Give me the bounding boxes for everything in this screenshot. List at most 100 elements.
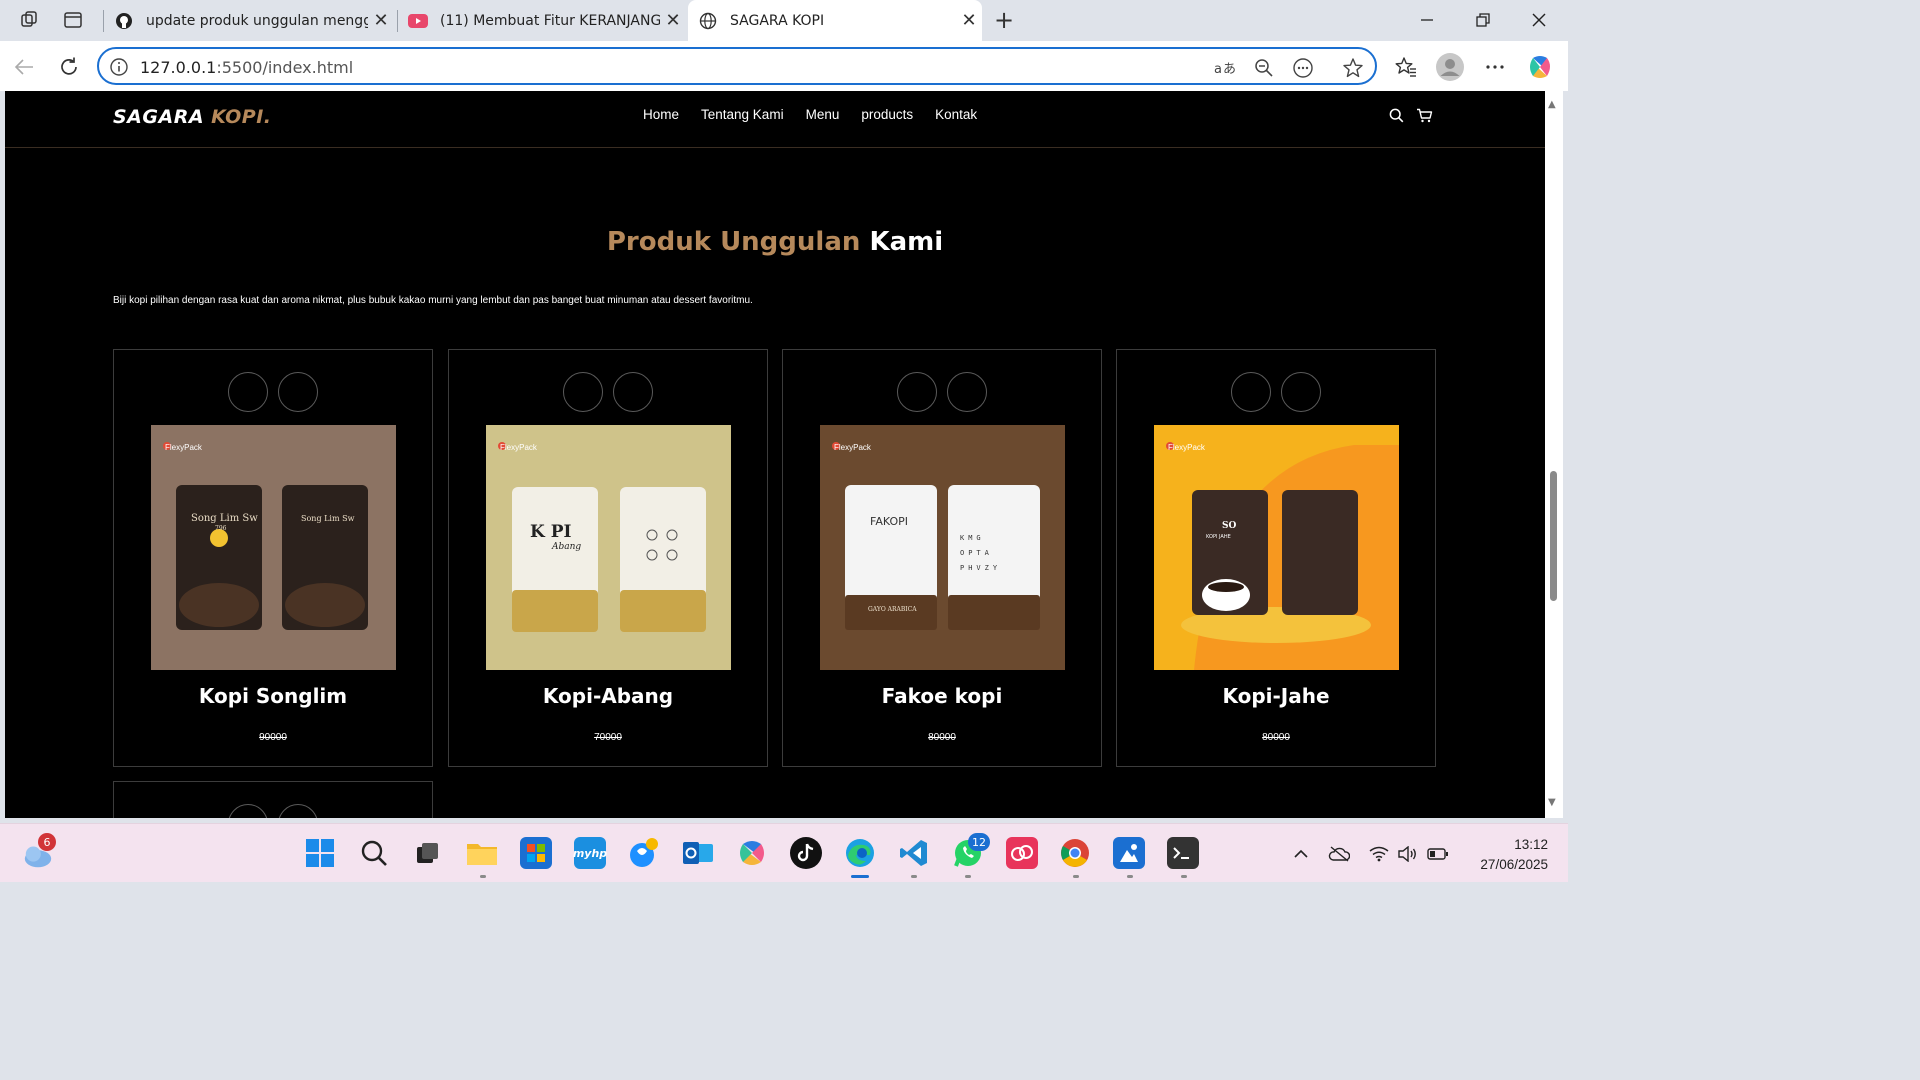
nav-link-products[interactable]: products <box>861 107 913 122</box>
nav-link-home[interactable]: Home <box>643 107 679 122</box>
product-name: Kopi Songlim <box>198 684 348 708</box>
back-icon[interactable] <box>10 53 38 81</box>
scroll-down-icon[interactable]: ▼ <box>1548 797 1556 808</box>
wifi-icon[interactable] <box>1368 843 1390 865</box>
start-windows-icon[interactable] <box>304 837 336 869</box>
running-indicator <box>1127 875 1133 878</box>
task-view-icon[interactable] <box>411 837 443 869</box>
microsoft-store-icon[interactable] <box>520 837 552 869</box>
product-image: FlexyPack FAKOPI GAYO ARABICA KMG OPTA P… <box>820 425 1065 670</box>
card-action-button[interactable] <box>897 372 937 412</box>
card-action-button[interactable] <box>228 804 268 818</box>
nav-link-menu[interactable]: Menu <box>806 107 840 122</box>
github-icon <box>114 11 134 31</box>
product-image: FlexyPack SO KOPI JAHE <box>1154 425 1399 670</box>
card-action-button[interactable] <box>613 372 653 412</box>
section-title-accent: Produk Unggulan <box>606 227 861 257</box>
card-action-button[interactable] <box>1231 372 1271 412</box>
favorites-icon[interactable] <box>1391 53 1421 81</box>
whatsapp-badge: 12 <box>968 833 990 851</box>
favorite-star-icon[interactable] <box>1340 56 1366 80</box>
copilot-icon[interactable] <box>1525 53 1555 81</box>
site-info-icon[interactable] <box>109 57 129 81</box>
myhp-icon[interactable]: myhp <box>573 837 607 869</box>
section-description: Biji kopi pilihan dengan rasa kuat dan a… <box>113 295 753 306</box>
globe-icon <box>698 11 718 31</box>
close-window-icon[interactable] <box>1516 6 1562 34</box>
windows-taskbar: 6 myhp 12 13:12 27/06/2025 <box>0 823 1568 882</box>
chrome-icon[interactable] <box>1059 837 1091 869</box>
profile-avatar[interactable] <box>1435 53 1465 81</box>
edge-browser-icon[interactable] <box>844 837 876 869</box>
restore-icon[interactable] <box>1460 6 1506 34</box>
nav-link-tentang-kami[interactable]: Tentang Kami <box>701 107 784 122</box>
tiktok-icon[interactable] <box>790 837 822 869</box>
tab-youtube[interactable]: (11) Membuat Fitur KERANJANG I ✕ <box>398 0 686 41</box>
brand-label: FlexyPack <box>834 443 872 452</box>
card-action-button[interactable] <box>228 372 268 412</box>
search-icon[interactable] <box>1389 108 1404 127</box>
close-tab-icon[interactable]: ✕ <box>956 10 982 31</box>
tab-actions-icon[interactable] <box>58 6 88 34</box>
tab-title: update produk unggulan menggu <box>146 12 368 29</box>
pack-sublabel: Abang <box>551 542 581 552</box>
m365-copilot-icon[interactable] <box>736 837 768 869</box>
running-indicator <box>1181 875 1187 878</box>
translate-icon[interactable]: aあ <box>1212 56 1238 80</box>
outlook-icon[interactable] <box>682 837 714 869</box>
workspaces-icon[interactable] <box>14 6 44 34</box>
brand-label: FlexyPack <box>1168 443 1206 452</box>
tab-sagara-kopi[interactable]: SAGARA KOPI ✕ <box>688 0 982 41</box>
pack-label: Song Lim Sw <box>191 513 258 524</box>
product-card: FlexyPack FAKOPI GAYO ARABICA KMG OPTA P… <box>782 349 1102 767</box>
card-action-button[interactable] <box>947 372 987 412</box>
card-action-buttons <box>563 372 653 412</box>
show-hidden-icons-chevron-icon[interactable] <box>1290 843 1312 865</box>
card-action-button[interactable] <box>278 804 318 818</box>
site-logo[interactable]: SAGARA KOPI. <box>113 106 272 128</box>
scrollbar-thumb[interactable] <box>1550 471 1557 601</box>
reload-icon[interactable] <box>55 53 83 81</box>
pack-label: Song Lim Sw <box>301 514 355 523</box>
shopping-cart-icon[interactable] <box>1416 108 1433 127</box>
url-text[interactable]: 127.0.0.1:5500/index.html <box>140 58 353 77</box>
card-action-button[interactable] <box>1281 372 1321 412</box>
zoom-out-icon[interactable] <box>1251 56 1277 80</box>
product-name: Fakoe kopi <box>881 684 1003 708</box>
brand-label: FlexyPack <box>165 443 203 452</box>
close-tab-icon[interactable]: ✕ <box>368 10 394 31</box>
product-price: 80000 <box>928 732 956 743</box>
product-image: FlexyPack Song Lim Sw Song Lim Sw 796 <box>151 425 396 670</box>
vscode-icon[interactable] <box>898 837 930 869</box>
logo-accent-text: KOPI. <box>211 106 272 128</box>
creative-cloud-icon[interactable] <box>1006 837 1038 869</box>
running-indicator <box>965 875 971 878</box>
page-scrollbar[interactable]: ▲ ▼ <box>1545 91 1563 818</box>
system-clock[interactable]: 13:12 27/06/2025 <box>1462 835 1548 875</box>
search-taskbar-icon[interactable] <box>358 837 390 869</box>
card-action-button[interactable] <box>563 372 603 412</box>
new-tab-button[interactable]: + <box>989 6 1019 34</box>
photos-icon[interactable] <box>1113 837 1145 869</box>
battery-icon[interactable] <box>1427 843 1449 865</box>
file-explorer-icon[interactable] <box>466 837 498 869</box>
site-navbar: SAGARA KOPI. Home Tentang Kami Menu prod… <box>5 91 1545 148</box>
product-price: 90000 <box>259 732 287 743</box>
browser-toolbar: 127.0.0.1:5500/index.html aあ <box>0 41 1568 91</box>
more-tools-icon[interactable] <box>1290 56 1316 80</box>
tab-github[interactable]: update produk unggulan menggu ✕ <box>104 0 394 41</box>
volume-icon[interactable] <box>1397 843 1419 865</box>
scroll-up-icon[interactable]: ▲ <box>1548 99 1556 110</box>
weather-badge: 6 <box>38 833 56 851</box>
web-page-viewport: SAGARA KOPI. Home Tentang Kami Menu prod… <box>5 91 1545 818</box>
settings-more-icon[interactable] <box>1480 53 1510 81</box>
minimize-icon[interactable] <box>1404 6 1450 34</box>
onedrive-offline-icon[interactable] <box>1328 843 1350 865</box>
copilot-taskbar-icon[interactable] <box>628 837 660 869</box>
pack-label: SO <box>1222 521 1236 531</box>
card-action-button[interactable] <box>278 372 318 412</box>
close-tab-icon[interactable]: ✕ <box>660 10 686 31</box>
address-bar[interactable]: 127.0.0.1:5500/index.html aあ <box>97 47 1377 85</box>
terminal-icon[interactable] <box>1167 837 1199 869</box>
nav-link-kontak[interactable]: Kontak <box>935 107 977 122</box>
